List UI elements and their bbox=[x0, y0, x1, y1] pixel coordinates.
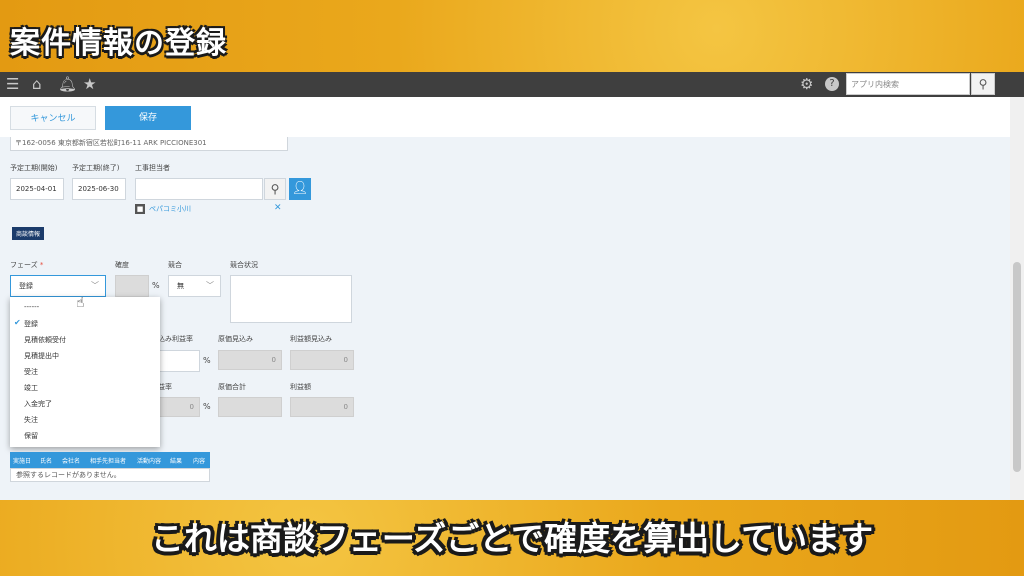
app-search-input[interactable]: アプリ内検索 bbox=[846, 73, 970, 95]
selected-user-name: ペパコミ小川 bbox=[149, 205, 191, 213]
competition-status-label: 競合状況 bbox=[230, 261, 258, 269]
start-date-label: 予定工期(開始) bbox=[10, 164, 58, 172]
column-header: 実施日 bbox=[13, 458, 32, 465]
related-records-table-header: 実施日 氏名 会社名 相手先担当者 活動内容 結果 内容 bbox=[10, 452, 210, 468]
column-header: 結果 bbox=[170, 458, 183, 465]
column-header: 内容 bbox=[193, 458, 206, 465]
caption-banner: これは商談フェーズごとで確度を算出しています bbox=[0, 500, 1024, 576]
cost-total-field bbox=[218, 397, 282, 417]
selected-user-chip[interactable]: ■ ペパコミ小川 bbox=[135, 204, 191, 214]
profit-field: 0 bbox=[290, 397, 354, 417]
phase-option[interactable]: 保留 bbox=[24, 431, 38, 441]
remove-user-icon[interactable]: ✕ bbox=[274, 203, 282, 213]
phase-option[interactable]: 竣工 bbox=[24, 383, 38, 393]
section-title: 商談情報 bbox=[12, 227, 45, 240]
phase-dropdown-menu: ------ ✔ 登録 見積依頼受付 見積提出中 受注 竣工 入金完了 失注 保… bbox=[10, 297, 160, 447]
search-icon[interactable]: ⚲ bbox=[971, 73, 995, 95]
cost-total-label: 原価合計 bbox=[218, 383, 246, 391]
column-header: 氏名 bbox=[40, 458, 53, 465]
menu-icon[interactable]: ☰ bbox=[6, 75, 19, 93]
competition-selected-value: 無 bbox=[177, 282, 184, 290]
banner-title: 案件情報の登録 bbox=[10, 26, 227, 61]
competition-status-textarea[interactable] bbox=[230, 275, 352, 323]
chevron-down-icon: ﹀ bbox=[206, 281, 214, 290]
percent-sign: % bbox=[152, 281, 160, 290]
estimated-profit-label: 利益額見込み bbox=[290, 335, 332, 343]
user-avatar-icon: ■ bbox=[135, 204, 145, 214]
star-icon[interactable]: ★ bbox=[83, 75, 96, 93]
column-header: 会社名 bbox=[62, 458, 81, 465]
gear-icon[interactable]: ⚙ bbox=[800, 75, 813, 93]
probability-field bbox=[115, 275, 149, 297]
cancel-button[interactable]: キャンセル bbox=[10, 106, 96, 130]
estimated-cost-field: 0 bbox=[218, 350, 282, 370]
end-date-field[interactable]: 2025-06-30 bbox=[72, 178, 126, 200]
chevron-down-icon: ﹀ bbox=[91, 281, 99, 290]
phase-selected-value: 登録 bbox=[19, 282, 33, 290]
top-banner: 案件情報の登録 bbox=[0, 0, 1024, 72]
form-toolbar: キャンセル 保存 bbox=[0, 97, 1010, 137]
phase-select[interactable]: 登録 ﹀ bbox=[10, 275, 106, 297]
app-screen: ☰ ⌂ 🔔︎ ★ ⚙ ? アプリ内検索 ⚲ キャンセル 保存 〒162-0056… bbox=[0, 72, 1024, 500]
home-icon[interactable]: ⌂ bbox=[32, 75, 42, 93]
estimated-profit-rate-field[interactable] bbox=[158, 350, 200, 372]
competition-label: 競合 bbox=[168, 261, 182, 269]
column-header: 活動内容 bbox=[137, 458, 162, 465]
estimated-cost-label: 原価見込み bbox=[218, 335, 253, 343]
scrollbar-thumb[interactable] bbox=[1013, 262, 1021, 472]
address-field[interactable]: 〒162-0056 東京都新宿区若松町16-11 ARK PICCIONE301 bbox=[10, 137, 288, 151]
profit-rate-field: 0 bbox=[158, 397, 200, 417]
start-date-field[interactable]: 2025-04-01 bbox=[10, 178, 64, 200]
header-gutter bbox=[996, 72, 1024, 97]
phase-label: フェーズ * bbox=[10, 261, 44, 269]
check-icon: ✔ bbox=[14, 318, 21, 327]
phase-option[interactable]: 見積依頼受付 bbox=[24, 335, 66, 345]
end-date-label: 予定工期(終了) bbox=[72, 164, 120, 172]
table-empty-message: 参照するレコードがありません。 bbox=[10, 468, 210, 482]
percent-sign: % bbox=[203, 356, 211, 365]
phase-option[interactable]: ------ bbox=[24, 303, 39, 311]
phase-option[interactable]: 入金完了 bbox=[24, 399, 52, 409]
caption-text: これは商談フェーズごとで確度を算出しています bbox=[150, 519, 874, 558]
search-icon: ⚲ bbox=[270, 182, 280, 196]
required-mark: * bbox=[39, 261, 44, 269]
column-header: 相手先担当者 bbox=[90, 458, 127, 465]
bell-icon[interactable]: 🔔︎ bbox=[58, 75, 77, 93]
estimated-profit-field: 0 bbox=[290, 350, 354, 370]
phase-option[interactable]: 見積提出中 bbox=[24, 351, 59, 361]
profit-label: 利益額 bbox=[290, 383, 311, 391]
user-icon: 👤︎ bbox=[291, 181, 309, 196]
phase-option-selected[interactable]: 登録 bbox=[24, 319, 38, 329]
probability-label: 確度 bbox=[115, 261, 129, 269]
manager-search-button[interactable]: ⚲ bbox=[264, 178, 286, 200]
manager-label: 工事担当者 bbox=[135, 164, 170, 172]
manager-search-input[interactable] bbox=[135, 178, 263, 200]
phase-option[interactable]: 受注 bbox=[24, 367, 38, 377]
app-header: ☰ ⌂ 🔔︎ ★ ⚙ ? アプリ内検索 ⚲ bbox=[0, 72, 1024, 97]
competition-select[interactable]: 無 ﹀ bbox=[168, 275, 221, 297]
hand-cursor-icon: ☝ bbox=[76, 295, 85, 311]
user-picker-button[interactable]: 👤︎ bbox=[289, 178, 311, 200]
phase-option[interactable]: 失注 bbox=[24, 415, 38, 425]
profit-rate-label: 益率 bbox=[158, 383, 172, 391]
estimated-profit-rate-label: 込み利益率 bbox=[158, 335, 193, 343]
percent-sign: % bbox=[203, 402, 211, 411]
save-button[interactable]: 保存 bbox=[105, 106, 191, 130]
help-icon[interactable]: ? bbox=[825, 77, 839, 91]
